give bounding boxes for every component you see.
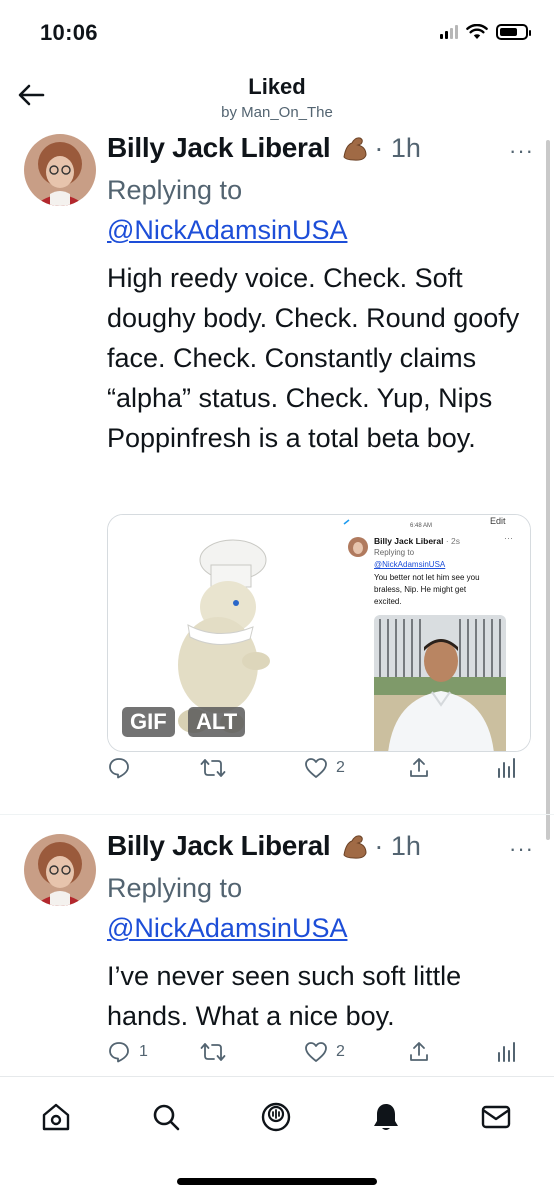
flexed-biceps-emoji-icon xyxy=(343,137,367,161)
notifications-icon xyxy=(374,1104,398,1130)
gif-media[interactable]: GIF ALT xyxy=(108,515,318,751)
screenshot-time: 6:48 AM xyxy=(410,523,433,529)
screenshot-photo xyxy=(374,615,506,751)
analytics-button[interactable] xyxy=(496,757,518,779)
home-indicator[interactable] xyxy=(177,1178,377,1185)
retweet-button[interactable] xyxy=(200,756,234,780)
avatar[interactable] xyxy=(24,134,96,206)
share-icon xyxy=(410,758,428,777)
heart-icon xyxy=(305,1042,327,1062)
tweet-media[interactable]: GIF ALT 6:48 AM Edit Billy Jack Liberal … xyxy=(107,514,531,752)
wifi-icon xyxy=(466,24,488,39)
screenshot-mention: @NickAdamsinUSA xyxy=(374,560,446,569)
screenshot-media[interactable]: 6:48 AM Edit Billy Jack Liberal · 2s ···… xyxy=(318,515,530,751)
screenshot-text-line3: excited. xyxy=(374,597,402,606)
screenshot-edit: Edit xyxy=(490,516,506,526)
spaces-icon xyxy=(261,1102,291,1132)
alt-text-badge[interactable]: ALT xyxy=(188,707,246,737)
tweet-content: Billy Jack Liberal · 1h ··· Replying to … xyxy=(107,828,534,1036)
gif-badge: GIF xyxy=(122,707,175,737)
tweet-time: · 1h xyxy=(374,132,421,163)
tweet-text: I’ve never seen such soft little hands. … xyxy=(107,961,462,1031)
author-name[interactable]: Billy Jack Liberal xyxy=(107,132,331,164)
mention-link[interactable]: @NickAdamsinUSA xyxy=(107,210,534,250)
more-options-button[interactable]: ··· xyxy=(509,836,534,862)
analytics-icon xyxy=(498,758,515,778)
screenshot-back-icon xyxy=(343,519,350,525)
tweet-content: Billy Jack Liberal · 1h ··· Replying to … xyxy=(107,130,534,458)
screenshot-replying: Replying to xyxy=(374,548,415,557)
tweet[interactable]: Billy Jack Liberal · 1h ··· Replying to … xyxy=(0,130,554,815)
analytics-icon xyxy=(498,1042,515,1062)
reply-button[interactable]: 1 xyxy=(107,1040,148,1064)
tab-notifications[interactable] xyxy=(366,1097,406,1137)
tab-search[interactable] xyxy=(146,1097,186,1137)
more-options-button[interactable]: ··· xyxy=(509,138,534,164)
battery-icon xyxy=(496,24,531,40)
screenshot-avatar xyxy=(348,537,368,557)
like-count: 2 xyxy=(336,1043,345,1060)
screenshot-text-line1: You better not let him see you xyxy=(374,573,480,582)
like-button[interactable]: 2 xyxy=(304,1041,345,1063)
replying-to-label: Replying to xyxy=(107,175,243,205)
tab-spaces[interactable] xyxy=(256,1097,296,1137)
reply-icon xyxy=(109,1042,129,1063)
tab-messages[interactable] xyxy=(476,1097,516,1137)
home-icon xyxy=(42,1103,70,1131)
tweet-header: Billy Jack Liberal · 1h xyxy=(107,130,534,166)
search-icon xyxy=(153,1104,180,1131)
reply-count: 1 xyxy=(139,1043,148,1060)
messages-icon xyxy=(481,1105,511,1129)
reply-button[interactable] xyxy=(107,756,139,780)
header: Liked by Man_On_The xyxy=(0,64,554,130)
mention-link[interactable]: @NickAdamsinUSA xyxy=(107,908,534,948)
heart-icon xyxy=(305,758,327,778)
share-button[interactable] xyxy=(408,756,430,780)
like-count: 2 xyxy=(336,759,345,776)
cellular-signal-icon xyxy=(440,25,458,39)
screenshot-text-line2: braless, Nip. He might get xyxy=(374,585,467,594)
retweet-icon xyxy=(200,759,226,777)
flexed-biceps-emoji-icon xyxy=(343,835,367,859)
replying-to-label: Replying to xyxy=(107,873,243,903)
share-button[interactable] xyxy=(408,1040,430,1064)
status-time: 10:06 xyxy=(40,20,98,45)
tab-home[interactable] xyxy=(36,1097,76,1137)
tweet-time: · 1h xyxy=(374,830,421,861)
page-subtitle: by Man_On_The xyxy=(221,104,333,121)
avatar[interactable] xyxy=(24,834,96,906)
screenshot-author: Billy Jack Liberal · 2s xyxy=(374,536,460,546)
tweet[interactable]: Billy Jack Liberal · 1h ··· Replying to … xyxy=(0,816,554,1076)
retweet-button[interactable] xyxy=(200,1040,234,1064)
reply-icon xyxy=(109,758,129,779)
like-button[interactable]: 2 xyxy=(304,757,345,779)
screenshot-more: ··· xyxy=(504,533,513,543)
status-icons xyxy=(440,24,531,40)
page-title: Liked xyxy=(248,74,306,99)
tweet-header: Billy Jack Liberal · 1h xyxy=(107,828,534,864)
analytics-button[interactable] xyxy=(496,1041,518,1063)
author-name[interactable]: Billy Jack Liberal xyxy=(107,830,331,862)
share-icon xyxy=(410,1042,428,1061)
retweet-icon xyxy=(200,1043,226,1061)
tweet-text: High reedy voice. Check. Soft doughy bod… xyxy=(107,263,520,453)
status-bar: 10:06 xyxy=(0,0,554,64)
